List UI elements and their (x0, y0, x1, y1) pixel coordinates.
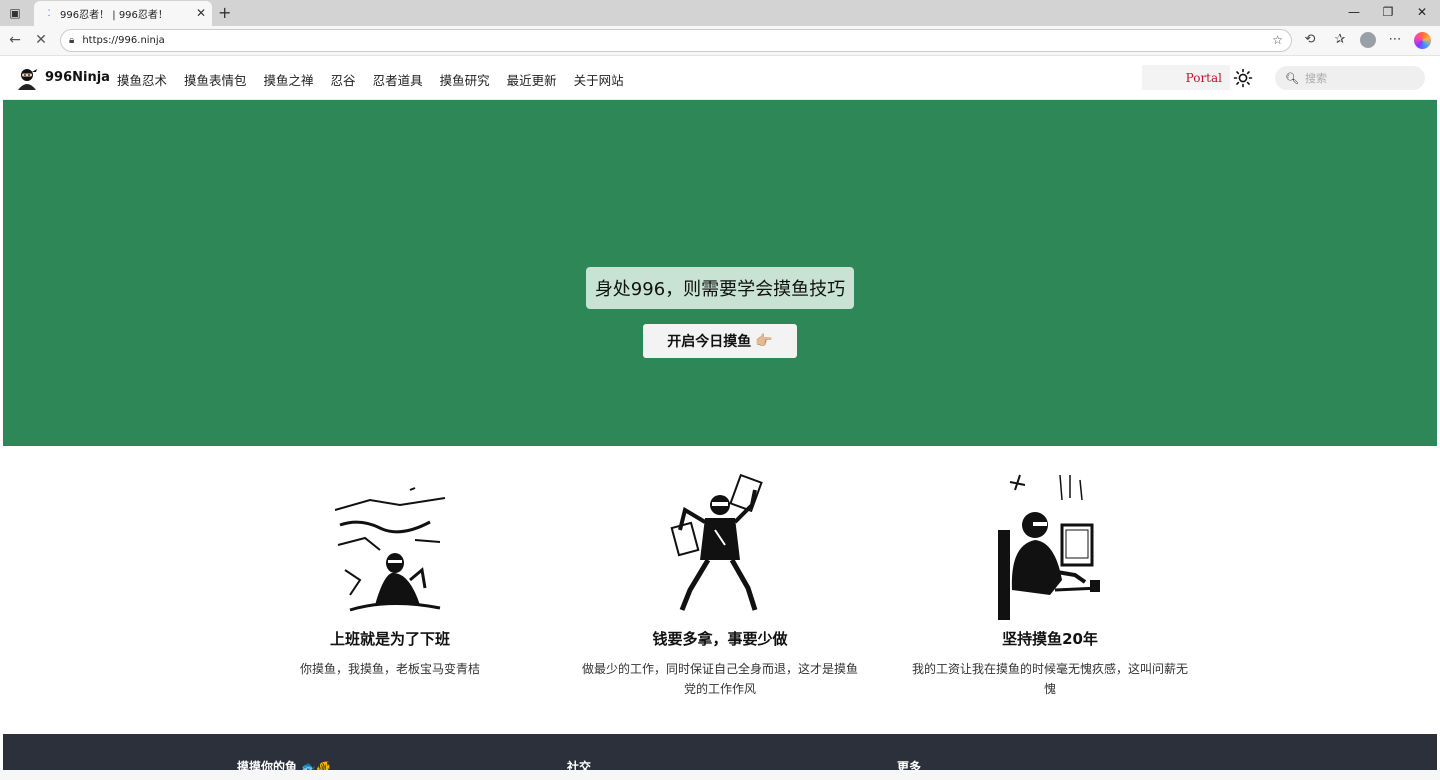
url-field[interactable]: 🔒︎ https://996.ninja ☆ (60, 29, 1292, 52)
hero-banner: 身处996，则需要学会摸鱼技巧 开启今日摸鱼 👉🏼 (3, 100, 1437, 446)
pointing-hand-icon: 👉🏼 (755, 333, 773, 349)
more-menu-icon[interactable]: ⋯ (1386, 32, 1404, 47)
feature-title: 上班就是为了下班 (329, 630, 450, 648)
feature-card: 坚持摸鱼20年 我的工资让我在摸鱼的时候毫无愧疚感，这叫问薪无愧 (905, 470, 1195, 699)
search-icon: 🔍︎ (1285, 71, 1299, 85)
hero-title: 身处996，则需要学会摸鱼技巧 (586, 267, 854, 309)
feature-desc: 做最少的工作，同时保证自己全身而退，这才是摸鱼党的工作作风 (581, 662, 858, 696)
nav-item-moyu-ninjutsu[interactable]: 摸鱼忍术 (117, 70, 167, 89)
extensions-icon[interactable]: ⟲ (1301, 32, 1319, 47)
feature-card: 上班就是为了下班 你摸鱼，我摸鱼，老板宝马变青桔 (245, 470, 535, 679)
start-moyu-label: 开启今日摸鱼 (667, 334, 752, 350)
nav-item-recent-updates[interactable]: 最近更新 (507, 70, 557, 89)
main-nav: 摸鱼忍术 摸鱼表情包 摸鱼之禅 忍谷 忍者道具 摸鱼研究 最近更新 关于网站 (117, 70, 641, 89)
stop-loading-icon[interactable]: ✕ (32, 32, 50, 48)
browser-tab-active[interactable]: ⁚ 996忍者！ | 996忍者！ ✕ (34, 1, 212, 26)
ninja-beach-illustration (334, 487, 446, 612)
feature-card: 钱要多拿，事要少做 做最少的工作，同时保证自己全身而退，这才是摸鱼党的工作作风 (575, 470, 865, 699)
search-input[interactable] (1304, 71, 1415, 85)
nav-item-moyu-zen[interactable]: 摸鱼之禅 (264, 70, 314, 89)
theme-toggle-sun-icon[interactable] (1233, 68, 1253, 88)
nav-item-moyu-research[interactable]: 摸鱼研究 (440, 70, 490, 89)
window-menu-icon[interactable]: ▣ (6, 4, 24, 22)
nav-item-ninja-valley[interactable]: 忍谷 (331, 70, 356, 89)
feature-desc: 我的工资让我在摸鱼的时候毫无愧疚感，这叫问薪无愧 (911, 662, 1188, 696)
url-text: https://996.ninja (82, 35, 165, 46)
nav-item-moyu-stickers[interactable]: 摸鱼表情包 (184, 70, 247, 89)
close-window-icon[interactable]: ✕ (1412, 5, 1432, 19)
browser-bottom-edge (0, 770, 1440, 780)
tab-favicon-icon: ⁚ (47, 8, 51, 19)
browser-address-bar: ← ✕ 🔒︎ https://996.ninja ☆ ⟲ ✰ ⋯ (0, 26, 1440, 56)
ninja-money-illustration (670, 473, 763, 611)
favorite-star-icon[interactable]: ☆ (1272, 33, 1283, 47)
profile-avatar-icon[interactable] (1360, 32, 1376, 48)
favorites-icon[interactable]: ✰ (1331, 32, 1349, 47)
nav-item-about[interactable]: 关于网站 (574, 70, 624, 89)
browser-tab-bar: ▣ ⁚ 996忍者！ | 996忍者！ ✕ + — ❐ ✕ (0, 0, 1440, 26)
minimize-icon[interactable]: — (1344, 5, 1364, 19)
new-tab-icon[interactable]: + (218, 3, 231, 22)
portal-button[interactable]: Portal (1142, 65, 1230, 90)
portal-label: Portal (1185, 70, 1222, 85)
site-brand[interactable]: 996Ninja (45, 70, 110, 85)
ninja-logo-icon[interactable] (15, 66, 39, 90)
feature-desc: 你摸鱼，我摸鱼，老板宝马变青桔 (299, 662, 480, 676)
tab-title: 996忍者！ | 996忍者！ (60, 10, 168, 21)
site-header: 996Ninja 摸鱼忍术 摸鱼表情包 摸鱼之禅 忍谷 忍者道具 摸鱼研究 最近… (3, 56, 1437, 100)
back-arrow-icon[interactable]: ← (6, 32, 24, 48)
lock-icon: 🔒︎ (69, 35, 75, 46)
feature-title: 钱要多拿，事要少做 (652, 630, 788, 648)
ninja-computer-illustration (998, 474, 1101, 620)
nav-item-ninja-tools[interactable]: 忍者道具 (373, 70, 423, 89)
restore-icon[interactable]: ❐ (1378, 5, 1398, 19)
start-moyu-button[interactable]: 开启今日摸鱼 👉🏼 (643, 324, 797, 358)
tab-close-icon[interactable]: ✕ (196, 6, 206, 20)
search-box[interactable]: 🔍︎ (1275, 66, 1425, 90)
feature-title: 坚持摸鱼20年 (1002, 630, 1098, 648)
copilot-icon[interactable] (1414, 32, 1431, 49)
